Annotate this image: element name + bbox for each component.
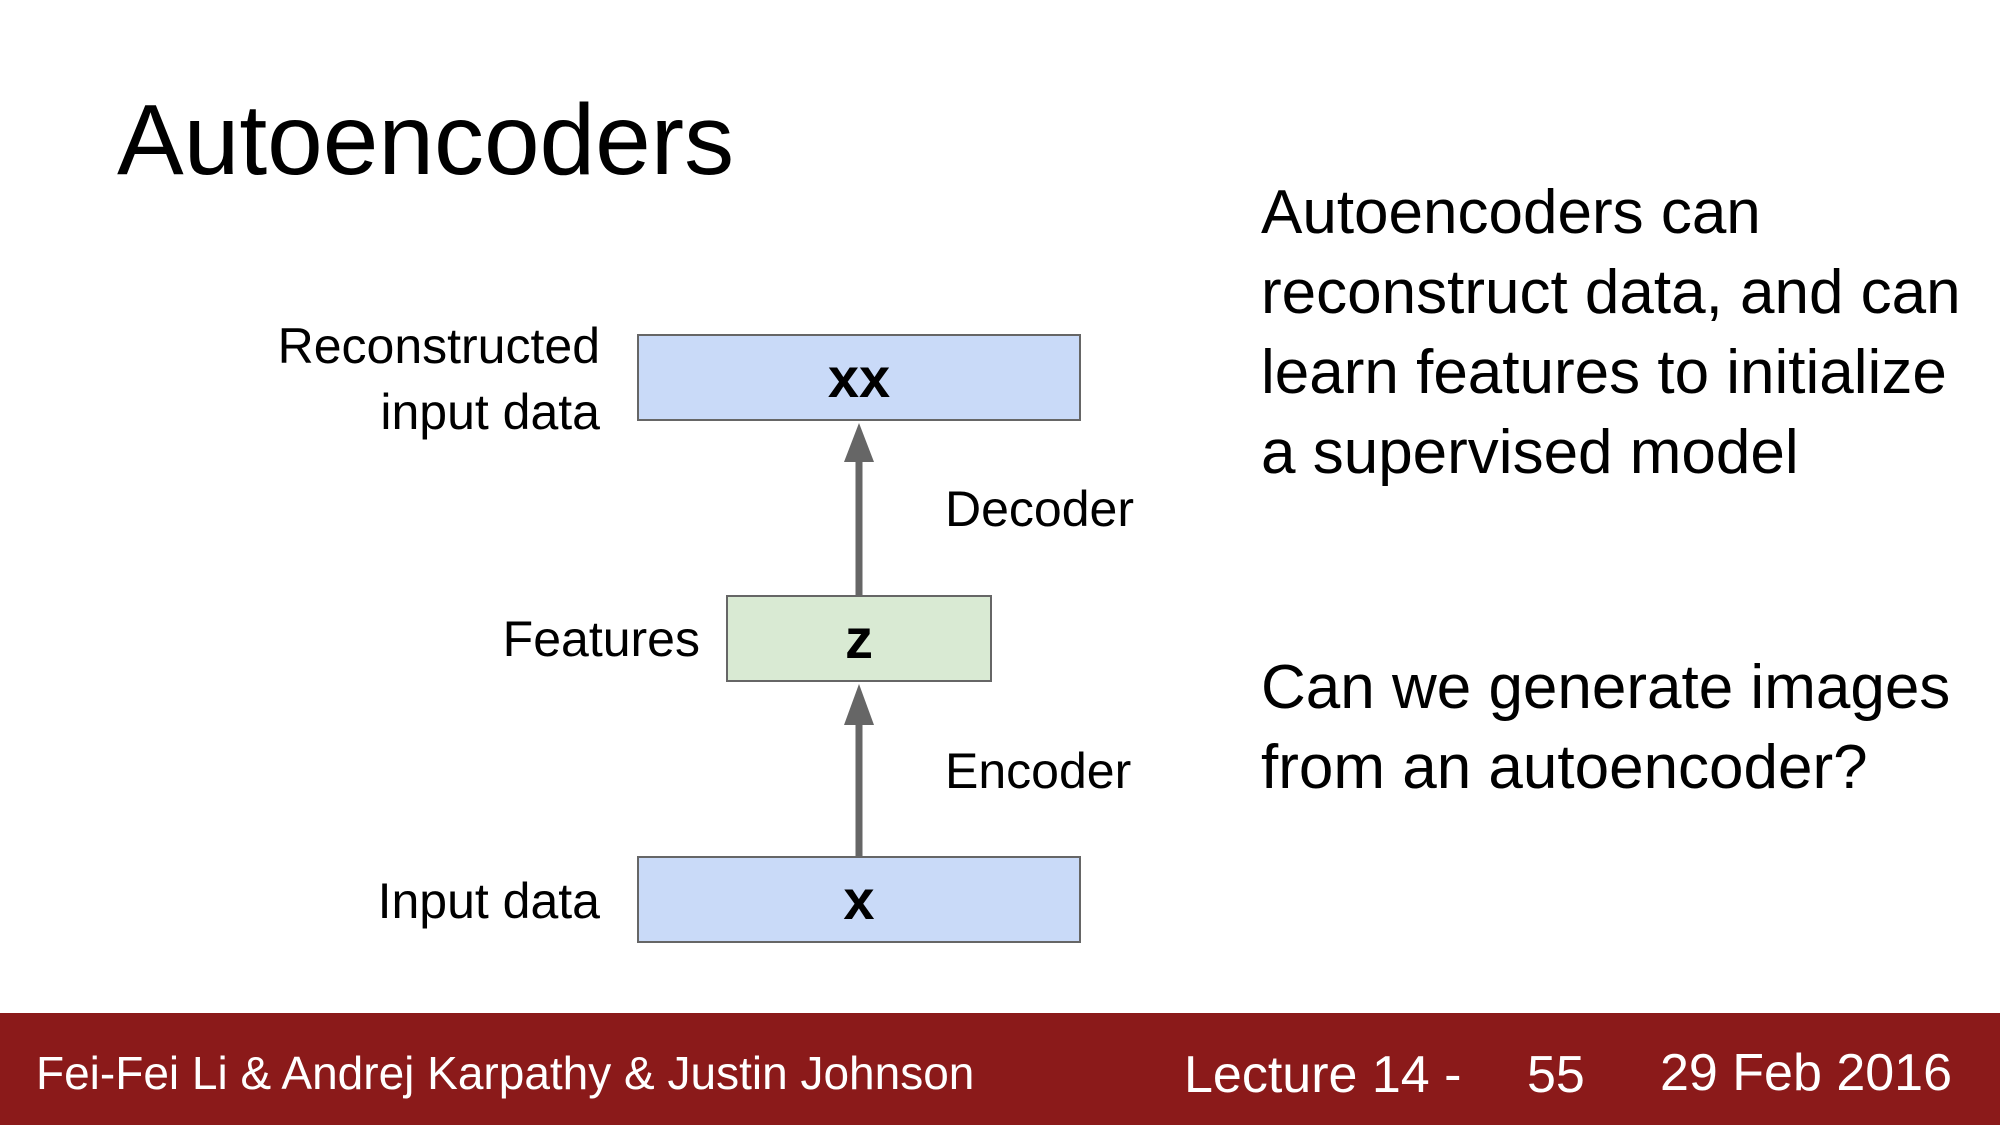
encoder-label: Encoder	[945, 743, 1132, 799]
reconstructed-label-line1: Reconstructed	[277, 318, 600, 374]
encoder-arrow	[844, 684, 874, 856]
reconstructed-data-symbol: xx	[827, 346, 891, 409]
decoder-arrow	[844, 423, 874, 595]
features-symbol: z	[845, 607, 873, 670]
reconstructed-label-line2: input data	[380, 384, 600, 440]
slide-footer: Fei-Fei Li & Andrej Karpathy & Justin Jo…	[0, 1013, 2000, 1125]
decoder-label: Decoder	[945, 481, 1134, 537]
footer-authors: Fei-Fei Li & Andrej Karpathy & Justin Jo…	[36, 1047, 975, 1099]
reconstructed-label: Reconstructed input data	[278, 313, 600, 445]
input-data-box: x	[637, 856, 1081, 943]
features-label: Features	[502, 611, 700, 667]
side-paragraph-reconstruct: Autoencoders can reconstruct data, and c…	[1261, 178, 1961, 487]
diagram-arrows	[844, 423, 874, 856]
input-data-label: Input data	[377, 873, 600, 929]
autoencoder-diagram: xx z x Reconstructed input data Features…	[0, 0, 2000, 1125]
input-data-symbol: x	[843, 868, 875, 931]
reconstructed-data-box: xx	[637, 334, 1081, 421]
footer-lecture: Lecture 14 -	[1184, 1046, 1462, 1104]
features-box: z	[726, 595, 992, 682]
side-paragraph-generate: Can we generate images from an autoencod…	[1261, 653, 1951, 802]
footer-date: 29 Feb 2016	[1660, 1044, 1953, 1102]
footer-page-number: 55	[1527, 1046, 1585, 1104]
